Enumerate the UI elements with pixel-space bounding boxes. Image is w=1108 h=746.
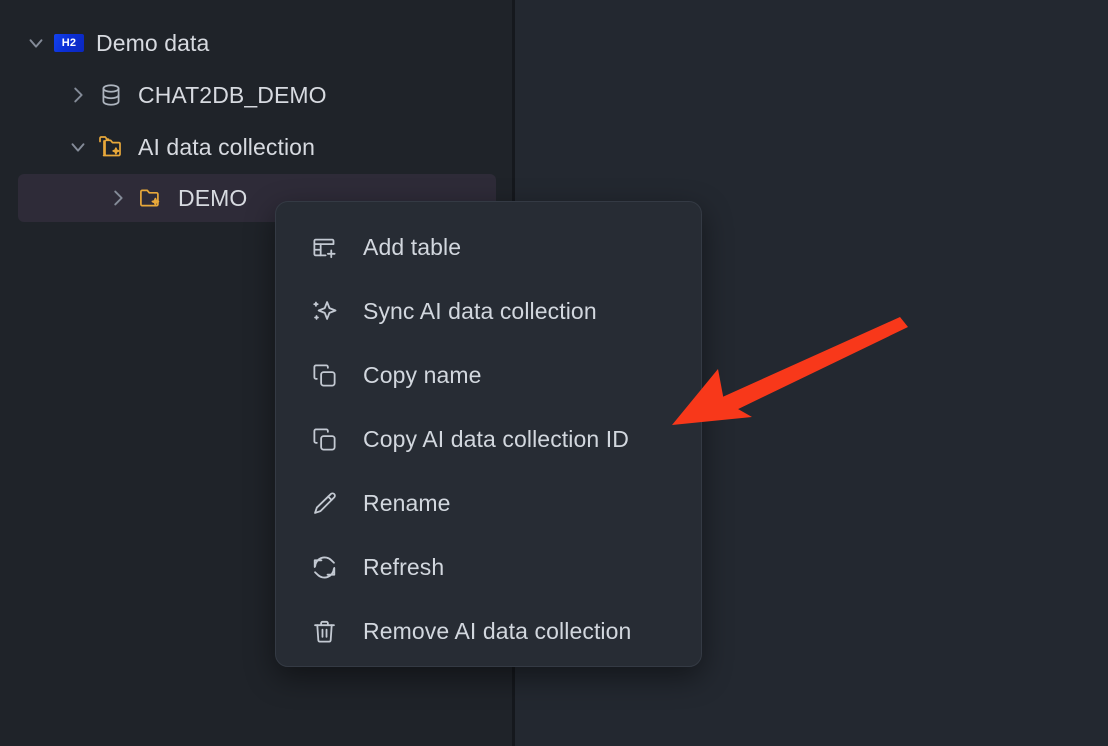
context-menu[interactable]: Add table Sync AI data collection bbox=[275, 201, 702, 667]
h2-database-badge: H2 bbox=[54, 34, 84, 52]
tree-item-chat2db-demo[interactable]: CHAT2DB_DEMO bbox=[18, 71, 496, 119]
tree-item-label: AI data collection bbox=[138, 134, 315, 161]
chevron-down-icon[interactable] bbox=[23, 30, 49, 56]
refresh-icon bbox=[309, 552, 339, 582]
pencil-icon bbox=[309, 488, 339, 518]
trash-icon bbox=[309, 616, 339, 646]
menu-item-rename[interactable]: Rename bbox=[276, 471, 701, 535]
chevron-down-icon[interactable] bbox=[65, 134, 91, 160]
menu-item-add-table[interactable]: Add table bbox=[276, 215, 701, 279]
menu-item-sync-ai-data-collection[interactable]: Sync AI data collection bbox=[276, 279, 701, 343]
menu-item-refresh[interactable]: Refresh bbox=[276, 535, 701, 599]
menu-item-copy-name[interactable]: Copy name bbox=[276, 343, 701, 407]
copy-icon bbox=[309, 360, 339, 390]
tree-item-label: CHAT2DB_DEMO bbox=[138, 82, 327, 109]
menu-item-copy-ai-data-collection-id[interactable]: Copy AI data collection ID bbox=[276, 407, 701, 471]
database-icon bbox=[96, 80, 126, 110]
copy-icon bbox=[309, 424, 339, 454]
menu-item-label: Sync AI data collection bbox=[363, 298, 597, 325]
menu-item-label: Rename bbox=[363, 490, 451, 517]
chevron-right-icon[interactable] bbox=[65, 82, 91, 108]
h2-badge-label: H2 bbox=[62, 38, 76, 49]
chevron-right-icon[interactable] bbox=[105, 185, 131, 211]
tree-item-demo-data[interactable]: H2 Demo data bbox=[18, 19, 496, 67]
table-plus-icon bbox=[309, 232, 339, 262]
tree-item-ai-data-collection[interactable]: AI data collection bbox=[18, 123, 496, 171]
folder-sparkle-icon bbox=[136, 183, 166, 213]
menu-item-label: Add table bbox=[363, 234, 461, 261]
menu-item-label: Copy AI data collection ID bbox=[363, 426, 629, 453]
menu-item-label: Remove AI data collection bbox=[363, 618, 631, 645]
folders-sparkle-icon bbox=[96, 132, 126, 162]
menu-item-label: Refresh bbox=[363, 554, 444, 581]
tree-item-label: DEMO bbox=[178, 185, 247, 212]
sparkle-icon bbox=[309, 296, 339, 326]
menu-item-remove-ai-data-collection[interactable]: Remove AI data collection bbox=[276, 599, 701, 663]
menu-item-label: Copy name bbox=[363, 362, 482, 389]
app-root: H2 Demo data CHAT2DB_DEMO bbox=[0, 0, 1108, 746]
tree-item-label: Demo data bbox=[96, 30, 209, 57]
